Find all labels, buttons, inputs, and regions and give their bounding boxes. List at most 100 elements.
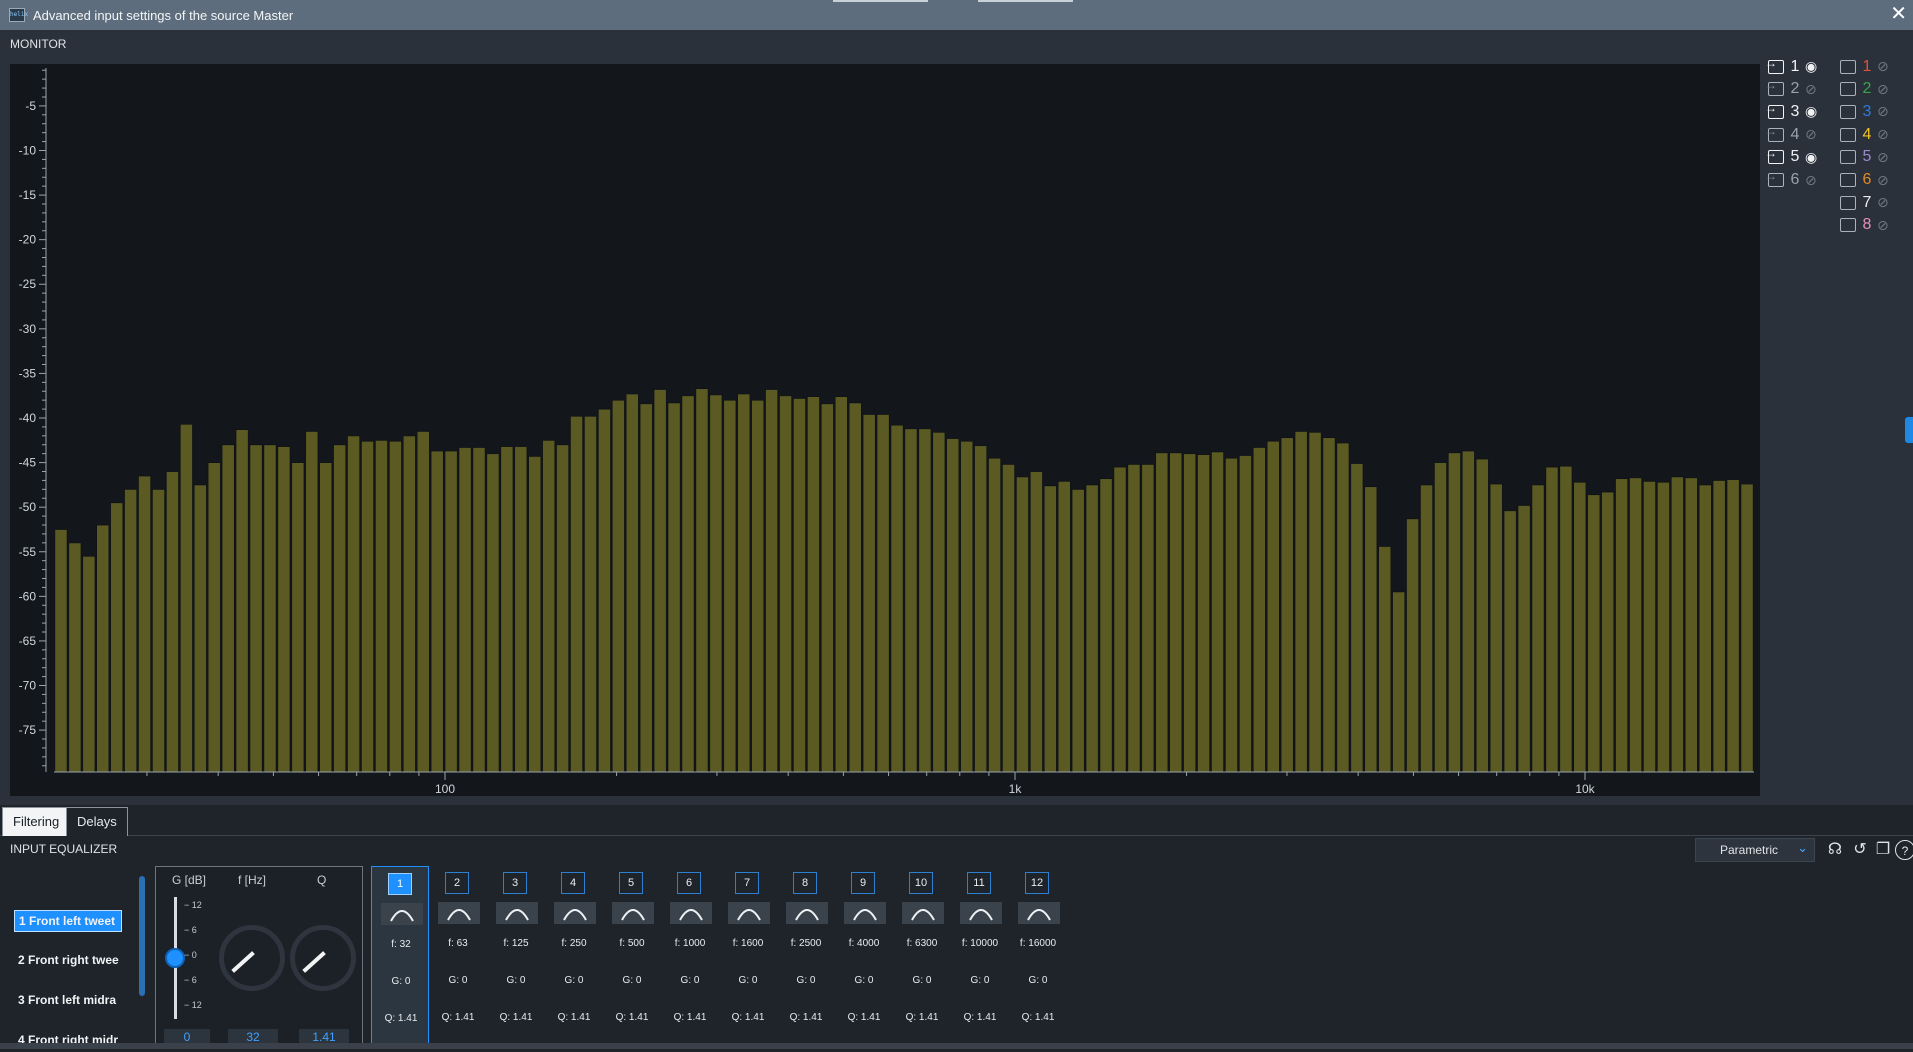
input-channel-row[interactable]: 2⊘	[1765, 78, 1823, 100]
input-channel-row[interactable]: 4⊘	[1765, 124, 1823, 145]
band-frequency[interactable]: f: 10000	[951, 938, 1009, 949]
eye-off-icon[interactable]: ⊘	[1805, 126, 1823, 143]
band-gain[interactable]: G: 0	[372, 976, 430, 987]
band-q[interactable]: Q: 1.41	[429, 1012, 487, 1023]
eq-band-3[interactable]: 3 f: 125 G: 0 Q: 1.41	[487, 866, 545, 1049]
band-q[interactable]: Q: 1.41	[545, 1012, 603, 1023]
eye-off-icon[interactable]: ⊘	[1877, 149, 1895, 166]
eye-off-icon[interactable]: ⊘	[1877, 58, 1895, 75]
band-number-button[interactable]: 6	[677, 872, 701, 894]
peak-filter-icon[interactable]	[786, 902, 828, 924]
peak-filter-icon[interactable]	[496, 902, 538, 924]
peak-filter-icon[interactable]	[728, 902, 770, 924]
output-channel-row[interactable]: 3 ⊘	[1840, 101, 1895, 122]
band-q[interactable]: Q: 1.41	[372, 1013, 430, 1024]
channel-list-scrollbar[interactable]	[139, 876, 145, 996]
peak-filter-icon[interactable]	[554, 902, 596, 924]
peak-filter-icon[interactable]	[902, 902, 944, 924]
band-gain[interactable]: G: 0	[603, 975, 661, 986]
input-channel-row[interactable]: 3◉	[1765, 101, 1823, 122]
eq-band-7[interactable]: 7 f: 1600 G: 0 Q: 1.41	[719, 866, 777, 1049]
band-q[interactable]: Q: 1.41	[951, 1012, 1009, 1023]
band-frequency[interactable]: f: 500	[603, 938, 661, 949]
band-number-button[interactable]: 2	[445, 872, 469, 894]
eye-off-icon[interactable]: ⊘	[1877, 126, 1895, 143]
band-frequency[interactable]: f: 1600	[719, 938, 777, 949]
eye-off-icon[interactable]: ⊘	[1805, 172, 1823, 189]
help-icon-eq[interactable]: ?	[1895, 840, 1913, 860]
q-knob[interactable]	[290, 925, 356, 991]
band-number-button[interactable]: 10	[909, 872, 933, 894]
peak-filter-icon[interactable]	[381, 903, 423, 925]
band-gain[interactable]: G: 0	[951, 975, 1009, 986]
band-gain[interactable]: G: 0	[661, 975, 719, 986]
band-frequency[interactable]: f: 125	[487, 938, 545, 949]
peak-filter-icon[interactable]	[1018, 902, 1060, 924]
band-gain[interactable]: G: 0	[893, 975, 951, 986]
output-channel-row[interactable]: 8 ⊘	[1840, 215, 1895, 236]
band-q[interactable]: Q: 1.41	[487, 1012, 545, 1023]
band-gain[interactable]: G: 0	[719, 975, 777, 986]
reset-icon[interactable]: ↺	[1850, 840, 1870, 860]
output-channel-row[interactable]: 1 ⊘	[1840, 56, 1895, 77]
band-q[interactable]: Q: 1.41	[777, 1012, 835, 1023]
eye-off-icon[interactable]: ⊘	[1805, 81, 1823, 98]
band-frequency[interactable]: f: 32	[372, 939, 430, 950]
band-q[interactable]: Q: 1.41	[603, 1012, 661, 1023]
output-channel-row[interactable]: 2 ⊘	[1840, 79, 1895, 100]
eq-band-1[interactable]: 1 f: 32 G: 0 Q: 1.41	[371, 866, 429, 1049]
band-q[interactable]: Q: 1.41	[719, 1012, 777, 1023]
copy-icon[interactable]: ❐	[1873, 840, 1893, 860]
input-channel-row[interactable]: 6⊘	[1765, 169, 1823, 191]
output-channel-row[interactable]: 4 ⊘	[1840, 124, 1895, 145]
eq-band-11[interactable]: 11 f: 10000 G: 0 Q: 1.41	[951, 866, 1009, 1049]
eye-icon[interactable]: ◉	[1805, 58, 1823, 75]
eye-off-icon[interactable]: ⊘	[1877, 217, 1895, 234]
band-number-button[interactable]: 12	[1025, 872, 1049, 894]
peak-filter-icon[interactable]	[844, 902, 886, 924]
peak-filter-icon[interactable]	[670, 902, 712, 924]
eq-band-4[interactable]: 4 f: 250 G: 0 Q: 1.41	[545, 866, 603, 1049]
band-frequency[interactable]: f: 2500	[777, 938, 835, 949]
side-panel-toggle[interactable]	[1905, 417, 1913, 443]
gain-slider-handle[interactable]	[165, 948, 185, 968]
band-number-button[interactable]: 9	[851, 872, 875, 894]
eye-off-icon[interactable]: ⊘	[1877, 81, 1895, 98]
tab-filtering[interactable]: Filtering	[2, 807, 71, 836]
band-q[interactable]: Q: 1.41	[893, 1012, 951, 1023]
band-gain[interactable]: G: 0	[545, 975, 603, 986]
band-gain[interactable]: G: 0	[429, 975, 487, 986]
band-number-button[interactable]: 4	[561, 872, 585, 894]
band-number-button[interactable]: 1	[388, 873, 412, 895]
eq-band-9[interactable]: 9 f: 4000 G: 0 Q: 1.41	[835, 866, 893, 1049]
band-frequency[interactable]: f: 1000	[661, 938, 719, 949]
close-button[interactable]: ✕	[1890, 3, 1907, 25]
input-channel-row[interactable]: 1◉	[1765, 56, 1823, 77]
output-channel-row[interactable]: 5 ⊘	[1840, 147, 1895, 168]
band-q[interactable]: Q: 1.41	[1009, 1012, 1067, 1023]
eq-channel-item[interactable]: 1 Front left tweet	[14, 910, 122, 932]
eye-off-icon[interactable]: ⊘	[1877, 103, 1895, 120]
band-number-button[interactable]: 5	[619, 872, 643, 894]
eye-icon[interactable]: ◉	[1805, 103, 1823, 120]
output-channel-row[interactable]: 6 ⊘	[1840, 170, 1895, 191]
input-channel-row[interactable]: 5◉	[1765, 146, 1823, 168]
eq-band-10[interactable]: 10 f: 6300 G: 0 Q: 1.41	[893, 866, 951, 1049]
eq-channel-item[interactable]: 3 Front left midra	[14, 990, 122, 1012]
tab-delays[interactable]: Delays	[66, 807, 128, 836]
band-number-button[interactable]: 3	[503, 872, 527, 894]
headphones-icon[interactable]: ☊	[1825, 840, 1845, 860]
frequency-knob[interactable]	[219, 925, 285, 991]
eq-band-12[interactable]: 12 f: 16000 G: 0 Q: 1.41	[1009, 866, 1067, 1049]
band-number-button[interactable]: 11	[967, 872, 991, 894]
eye-off-icon[interactable]: ⊘	[1877, 172, 1895, 189]
eye-off-icon[interactable]: ⊘	[1877, 194, 1895, 211]
eq-band-2[interactable]: 2 f: 63 G: 0 Q: 1.41	[429, 866, 487, 1049]
band-frequency[interactable]: f: 63	[429, 938, 487, 949]
band-gain[interactable]: G: 0	[487, 975, 545, 986]
eq-channel-item[interactable]: 2 Front right twee	[14, 950, 122, 972]
eq-band-6[interactable]: 6 f: 1000 G: 0 Q: 1.41	[661, 866, 719, 1049]
band-q[interactable]: Q: 1.41	[661, 1012, 719, 1023]
eq-band-8[interactable]: 8 f: 2500 G: 0 Q: 1.41	[777, 866, 835, 1049]
band-q[interactable]: Q: 1.41	[835, 1012, 893, 1023]
